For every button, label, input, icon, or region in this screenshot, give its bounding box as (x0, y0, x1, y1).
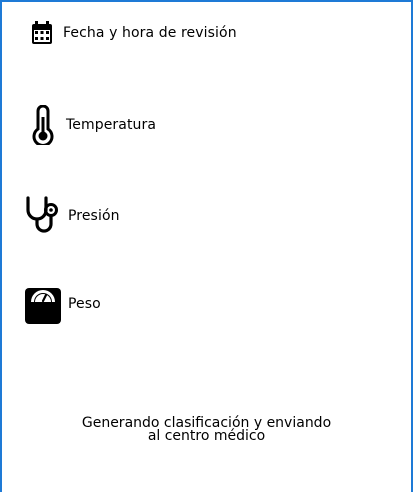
temperatura-row: Temperatura (30, 104, 156, 146)
presion-label: Presión (68, 208, 120, 224)
status-line-2: al centro médico (147, 428, 266, 444)
calendar-icon (30, 20, 54, 46)
fecha-label: Fecha y hora de revisión (63, 25, 237, 41)
peso-row: Peso (22, 283, 101, 325)
stethoscope-icon (23, 195, 63, 237)
presion-row: Presión (23, 195, 120, 237)
status-message: Generando clasificación y enviando al ce… (2, 416, 411, 444)
weighing-scale-icon (22, 283, 64, 325)
fecha-row: Fecha y hora de revisión (30, 20, 237, 46)
peso-label: Peso (68, 296, 101, 312)
main-panel: Fecha y hora de revisión Temperatura Pre… (0, 0, 413, 492)
thermometer-icon (30, 104, 56, 146)
temperatura-label: Temperatura (66, 117, 157, 133)
